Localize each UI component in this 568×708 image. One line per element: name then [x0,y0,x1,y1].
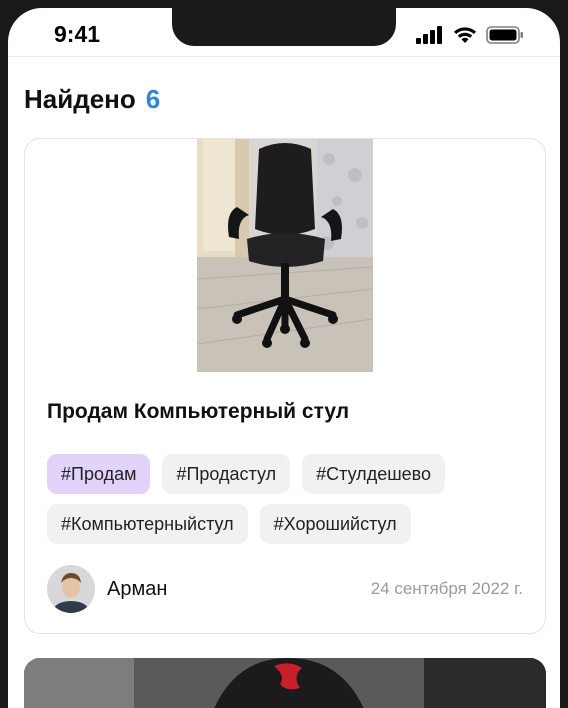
cellular-signal-icon [416,26,442,44]
results-header: Найдено 6 [24,84,160,115]
tag-chip[interactable]: #Хорошийстул [259,504,411,544]
next-post-card[interactable] [24,658,546,708]
post-photo[interactable] [197,139,373,372]
status-icons [416,25,524,45]
phone-frame: 9:41 Найдено 6 Продам Компьютерный стул … [0,0,568,708]
author-info[interactable]: Арман [47,565,167,613]
next-post-photo [24,658,546,708]
page-title: Найдено [24,84,136,114]
post-card[interactable]: Продам Компьютерный стул #Продам #Продас… [24,138,546,634]
post-title[interactable]: Продам Компьютерный стул [47,400,349,424]
wifi-icon [454,27,476,43]
tag-chip[interactable]: #Компьютерныйстул [47,504,248,544]
user-photo [47,565,95,613]
author-name[interactable]: Арман [107,578,167,601]
tag-chip[interactable]: #Продастул [162,454,291,494]
post-date: 24 сентября 2022 г. [370,579,523,598]
divider [8,56,560,57]
tag-list: #Продам #Продастул #Стулдешево #Компьюте… [47,454,527,544]
results-count: 6 [145,84,161,114]
tag-chip[interactable]: #Продам [47,454,151,494]
office-chair-image [197,139,373,372]
avatar[interactable] [47,565,95,613]
tag-chip[interactable]: #Стулдешево [302,454,446,494]
screen: 9:41 Найдено 6 Продам Компьютерный стул … [8,8,560,708]
battery-icon [486,26,523,44]
status-time: 9:41 [54,21,101,47]
device-notch [172,8,396,46]
